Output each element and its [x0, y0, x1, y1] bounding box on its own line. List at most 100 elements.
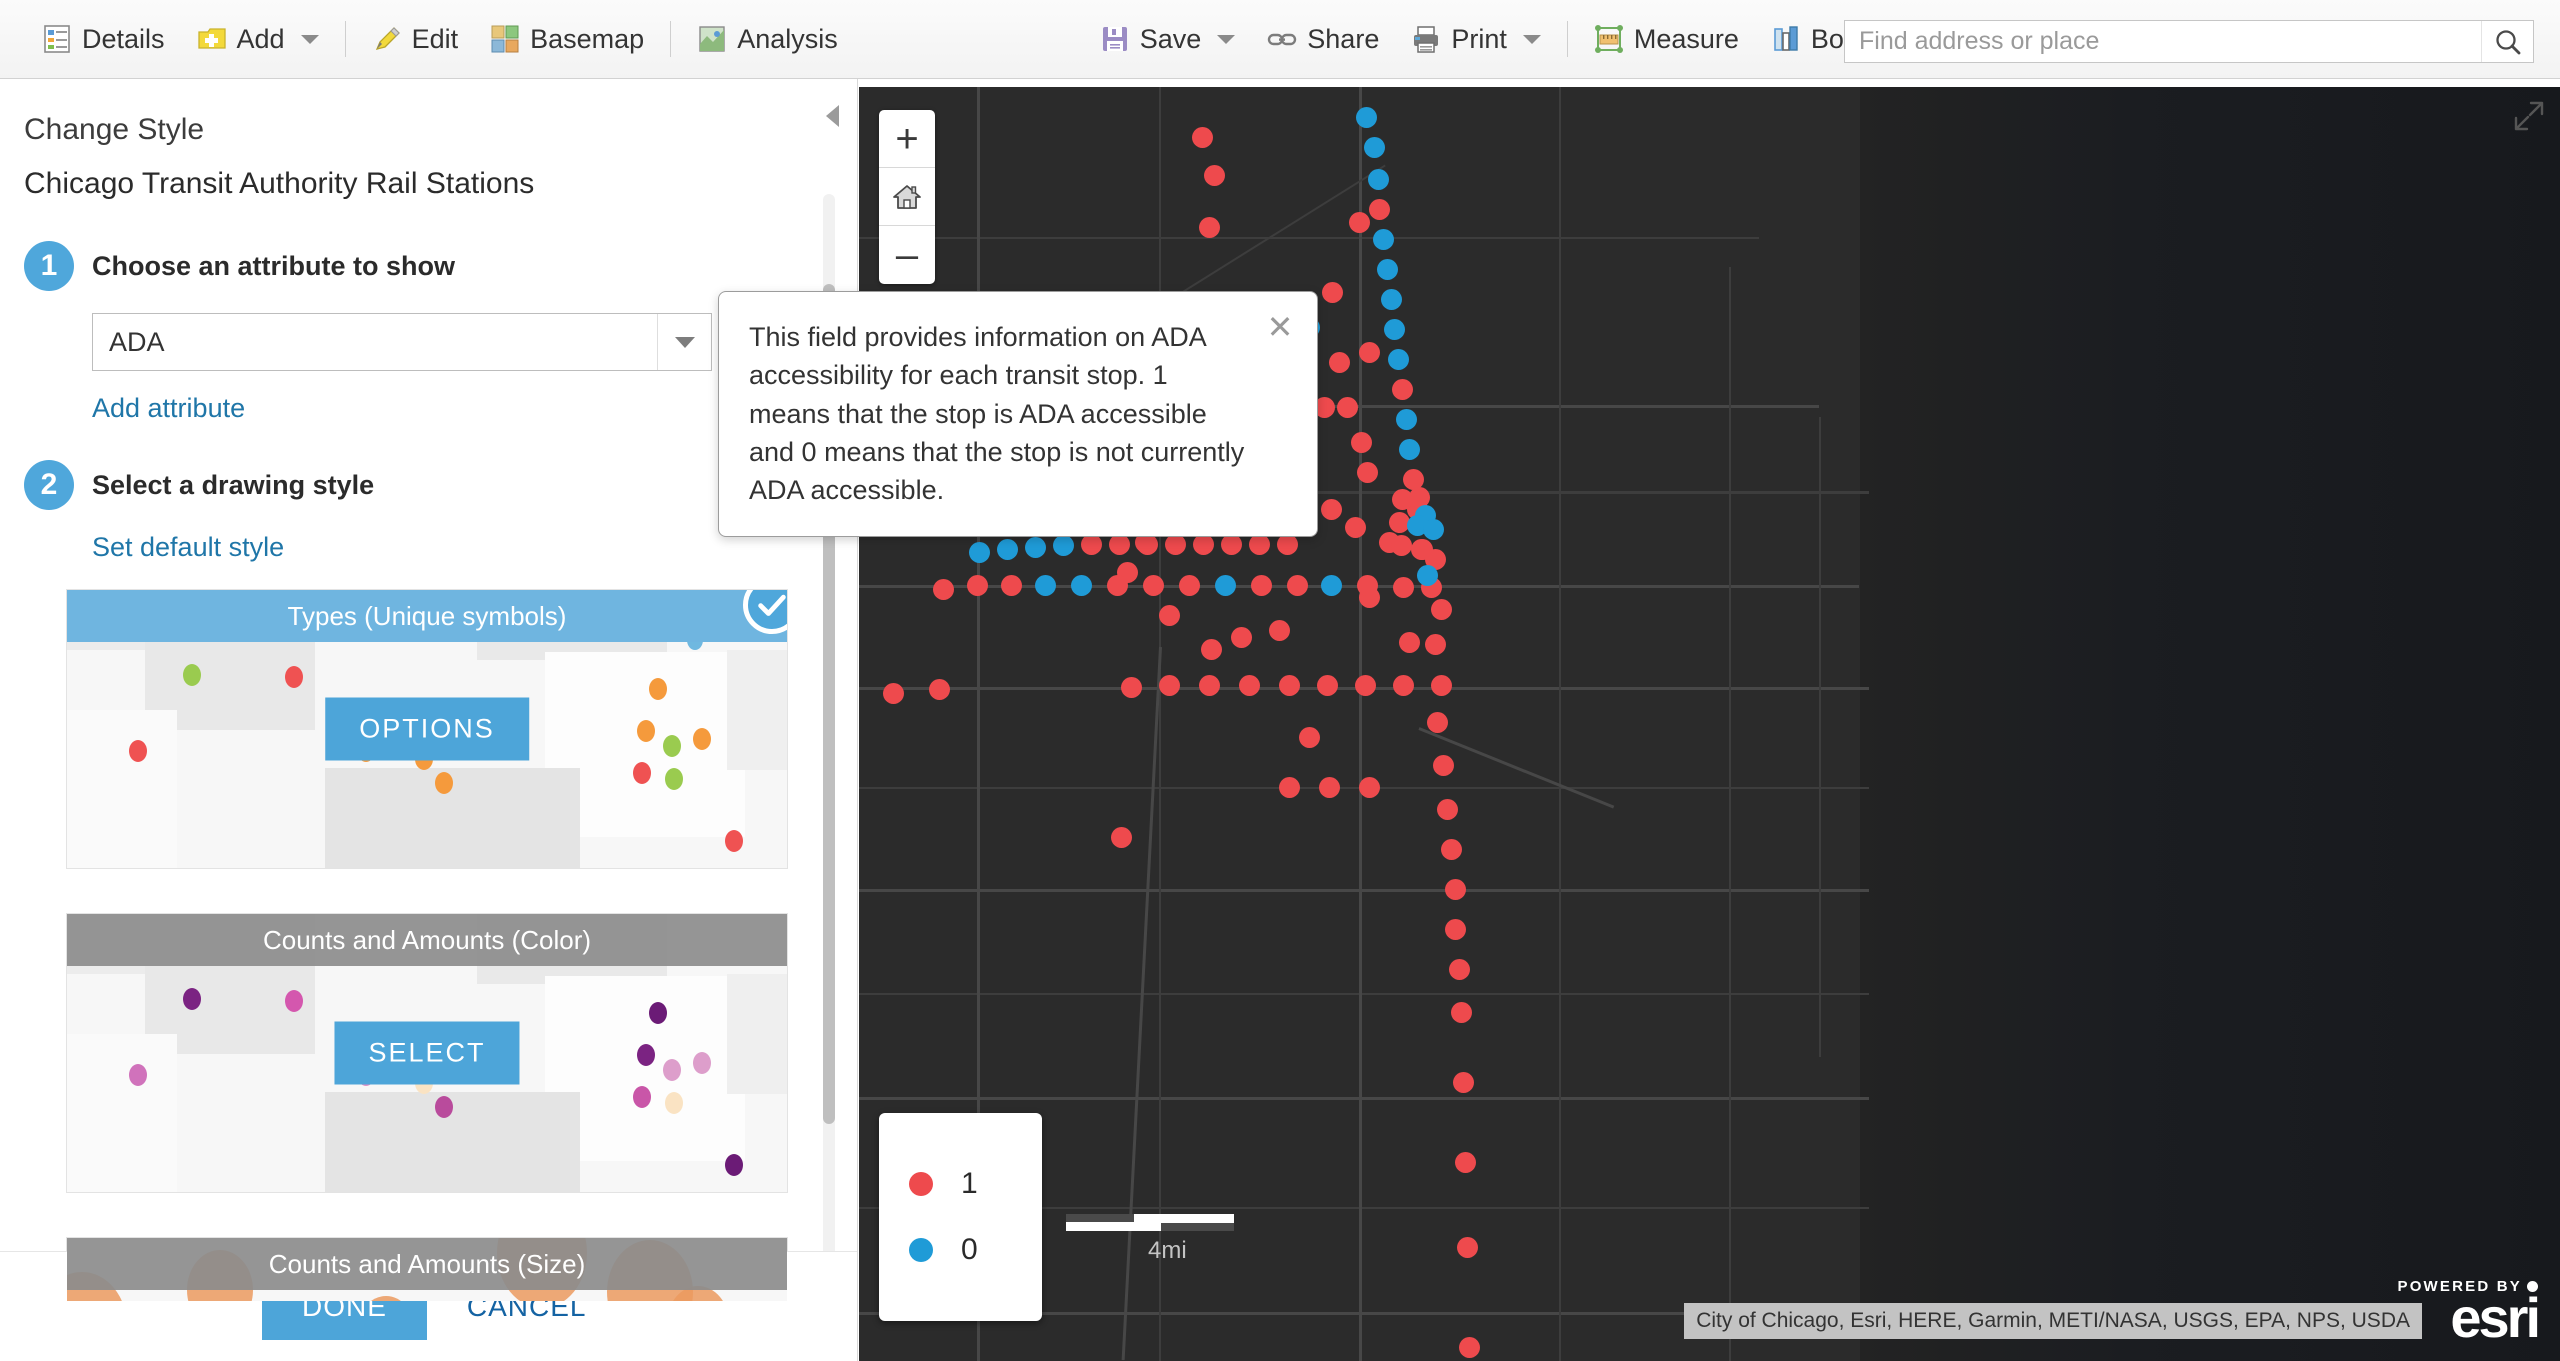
- station-point: [1355, 675, 1376, 696]
- map-zoom-controls: + –: [879, 110, 935, 284]
- analysis-label: Analysis: [737, 26, 838, 53]
- station-point: [1239, 675, 1260, 696]
- print-icon: [1411, 24, 1441, 54]
- station-point: [1455, 1152, 1476, 1173]
- search-button[interactable]: [2481, 21, 2533, 62]
- style-card-counts-amounts-size[interactable]: Counts and Amounts (Size): [66, 1237, 788, 1301]
- attribute-select-arrow-wrap[interactable]: [657, 314, 711, 370]
- attribute-field-row: ADA Add attribute: [92, 313, 800, 424]
- zoom-in-button[interactable]: +: [879, 110, 935, 168]
- station-point: [1396, 409, 1417, 430]
- station-point: [1269, 620, 1290, 641]
- edit-button[interactable]: Edit: [356, 18, 475, 60]
- step-1: 1 Choose an attribute to show: [24, 241, 800, 291]
- station-point: [1364, 137, 1385, 158]
- station-point: [1319, 777, 1340, 798]
- print-button[interactable]: Print: [1395, 18, 1557, 60]
- analysis-button[interactable]: Analysis: [681, 18, 854, 60]
- home-button[interactable]: [879, 168, 935, 226]
- zoom-out-button[interactable]: –: [879, 226, 935, 284]
- step-2-number: 2: [24, 460, 74, 510]
- step-1-label: Choose an attribute to show: [92, 241, 455, 282]
- basemap-button[interactable]: Basemap: [474, 18, 660, 60]
- station-point: [1451, 1002, 1472, 1023]
- station-point: [1373, 229, 1394, 250]
- save-button[interactable]: Save: [1084, 18, 1252, 60]
- panel-scroll-content: Change Style Chicago Transit Authority R…: [0, 79, 840, 1301]
- set-default-style-link[interactable]: Set default style: [92, 532, 284, 563]
- save-disk-icon: [1100, 24, 1130, 54]
- station-point: [1199, 217, 1220, 238]
- station-point: [1384, 319, 1405, 340]
- change-style-panel: Change Style Chicago Transit Authority R…: [0, 79, 858, 1361]
- step-2: 2 Select a drawing style: [24, 460, 800, 510]
- expand-fullscreen-icon[interactable]: [2514, 101, 2544, 131]
- station-point: [1322, 282, 1343, 303]
- drawing-style-card-list: Types (Unique symbols) OPTIONS: [66, 589, 788, 1301]
- page-title: Change Style: [24, 113, 800, 147]
- measure-ruler-icon: [1594, 24, 1624, 54]
- legend-item: 1: [879, 1151, 1042, 1217]
- station-point: [1427, 712, 1448, 733]
- attribute-description-tooltip: This field provides information on ADA a…: [718, 291, 1318, 537]
- station-point: [1109, 534, 1130, 555]
- station-point: [929, 679, 950, 700]
- station-point: [1279, 777, 1300, 798]
- station-point: [1277, 534, 1298, 555]
- style-card-counts-amounts-color[interactable]: Counts and Amounts (Color) SELECT: [66, 913, 788, 1193]
- station-point: [1423, 519, 1444, 540]
- map-legend: 1 0: [879, 1113, 1042, 1321]
- scalebar-label: 4mi: [1148, 1237, 1234, 1265]
- style-card-types-unique-symbols[interactable]: Types (Unique symbols) OPTIONS: [66, 589, 788, 869]
- station-point: [1137, 534, 1158, 555]
- esri-wordmark: esri: [2397, 1293, 2538, 1343]
- legend-item: 0: [879, 1217, 1042, 1283]
- chevron-down-icon: [301, 35, 319, 44]
- station-point: [1287, 575, 1308, 596]
- station-point: [1445, 919, 1466, 940]
- map-attribution: City of Chicago, Esri, HERE, Garmin, MET…: [1684, 1303, 2422, 1339]
- measure-button[interactable]: Measure: [1578, 18, 1755, 60]
- toolbar-divider-1: [345, 21, 346, 57]
- station-point: [1441, 839, 1462, 860]
- station-point: [1433, 755, 1454, 776]
- details-button[interactable]: Details: [26, 18, 181, 60]
- share-button[interactable]: Share: [1251, 18, 1395, 60]
- station-point: [1159, 675, 1180, 696]
- layer-name: Chicago Transit Authority Rail Stations: [24, 167, 800, 201]
- station-point: [1025, 537, 1046, 558]
- map-canvas[interactable]: + –: [859, 87, 2560, 1361]
- scalebar-fill-upper: [1134, 1214, 1234, 1223]
- station-point: [1431, 675, 1452, 696]
- share-link-icon: [1267, 24, 1297, 54]
- station-point: [1081, 534, 1102, 555]
- chevron-down-icon: [675, 337, 695, 348]
- scalebar-track: [1066, 1214, 1234, 1231]
- chevron-down-icon: [1217, 35, 1235, 44]
- station-point: [1053, 535, 1074, 556]
- station-point: [1359, 342, 1380, 363]
- station-point: [1457, 1237, 1478, 1258]
- station-point: [1393, 577, 1414, 598]
- station-point: [1399, 439, 1420, 460]
- station-point: [1249, 534, 1270, 555]
- station-point: [1337, 397, 1358, 418]
- station-point: [1369, 199, 1390, 220]
- add-button[interactable]: Add: [181, 18, 335, 60]
- search-input[interactable]: [1845, 21, 2481, 62]
- attribute-select[interactable]: ADA: [92, 313, 712, 371]
- step-1-number: 1: [24, 241, 74, 291]
- edit-pencil-icon: [372, 24, 402, 54]
- style-card-options-button[interactable]: OPTIONS: [325, 698, 529, 761]
- close-x-icon[interactable]: ✕: [1263, 310, 1297, 344]
- chevron-down-icon: [1523, 35, 1541, 44]
- toolbar-divider-3: [1567, 21, 1568, 57]
- save-label: Save: [1140, 26, 1202, 53]
- toolbar-divider-2: [670, 21, 671, 57]
- add-attribute-link[interactable]: Add attribute: [92, 393, 245, 424]
- station-point: [1317, 675, 1338, 696]
- style-card-select-button[interactable]: SELECT: [334, 1022, 519, 1085]
- station-point: [1143, 575, 1164, 596]
- style-card-title: Counts and Amounts (Size): [67, 1238, 787, 1290]
- legend-label: 0: [961, 1233, 978, 1267]
